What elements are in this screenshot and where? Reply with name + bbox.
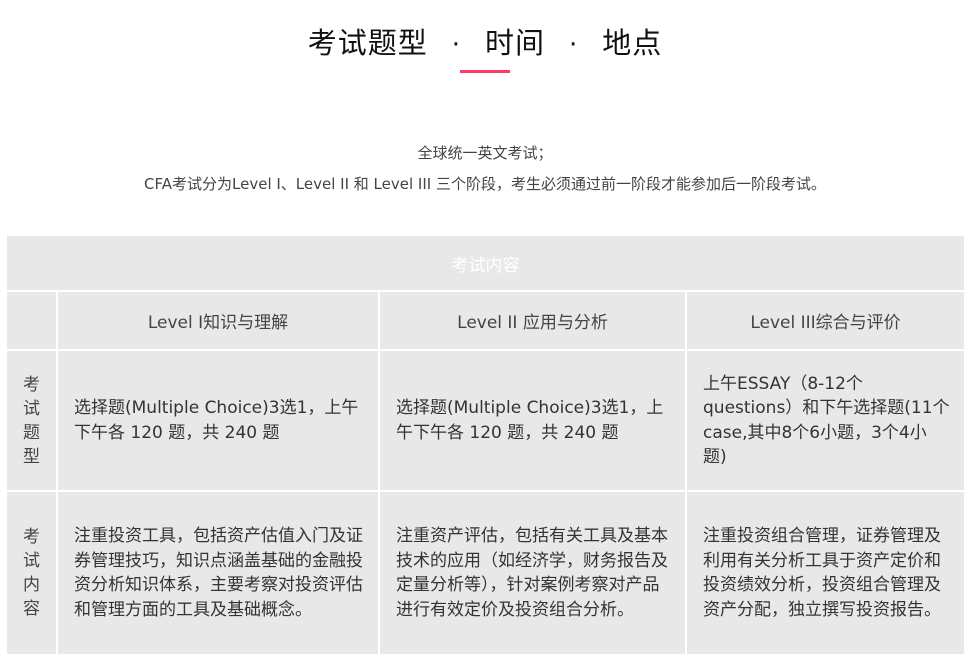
title-part-exam-type: 考试题型 <box>307 26 428 60</box>
table-row: 考 试 内 容 注重投资工具，包括资产估值入门及证券管理技巧，知识点涵盖基础的金… <box>5 490 966 656</box>
title-part-time: 时间 <box>484 26 545 60</box>
exam-content-table: 考试内容 Level I知识与理解 Level II 应用与分析 Level I… <box>5 234 966 656</box>
table-row: 考 试 题 型 选择题(Multiple Choice)3选1，上午下午各 12… <box>5 349 966 492</box>
title-separator: · <box>451 30 461 60</box>
row-label-exam-content: 考 试 内 容 <box>5 490 58 656</box>
row-label-char: 内 <box>23 575 40 595</box>
title-separator: · <box>569 30 579 60</box>
row-label-exam-type: 考 试 题 型 <box>5 349 58 492</box>
table-cell: 选择题(Multiple Choice)3选1，上午下午各 120 题，共 24… <box>56 349 380 492</box>
corner-cell <box>5 290 58 351</box>
table-header: 考试内容 <box>5 234 966 292</box>
row-label-char: 型 <box>23 446 40 467</box>
table-cell: 上午ESSAY（8-12个questions）和下午选择题(11个case,其中… <box>685 349 966 492</box>
title-part-location: 地点 <box>602 26 663 60</box>
intro-text: 全球统一英文考试； CFA考试分为Level I、Level II 和 Leve… <box>0 138 970 200</box>
row-label-char: 试 <box>23 551 40 571</box>
level-3-header: Level III综合与评价 <box>685 290 966 351</box>
table-cell: 注重资产评估，包括有关工具及基本技术的应用（如经济学，财务报告及定量分析等），针… <box>378 490 687 656</box>
row-label-char: 考 <box>23 527 40 547</box>
table-cell: 注重投资工具，包括资产估值入门及证券管理技巧，知识点涵盖基础的金融投资分析知识体… <box>56 490 380 656</box>
row-label-char: 容 <box>23 599 40 619</box>
intro-line: CFA考试分为Level I、Level II 和 Level III 三个阶段… <box>144 175 826 193</box>
table-cell: 选择题(Multiple Choice)3选1，上午下午各 120 题，共 24… <box>378 349 687 492</box>
intro-line: 全球统一英文考试； <box>417 144 553 162</box>
page-title: 考试题型 · 时间 · 地点 <box>0 20 970 62</box>
row-label-char: 试 <box>23 398 40 419</box>
title-underline <box>460 70 510 73</box>
level-1-header: Level I知识与理解 <box>56 290 380 351</box>
row-label-char: 考 <box>23 374 40 395</box>
table-cell: 注重投资组合管理，证券管理及利用有关分析工具于资产定价和投资绩效分析，投资组合管… <box>685 490 966 656</box>
level-2-header: Level II 应用与分析 <box>378 290 687 351</box>
row-label-char: 题 <box>23 422 40 443</box>
